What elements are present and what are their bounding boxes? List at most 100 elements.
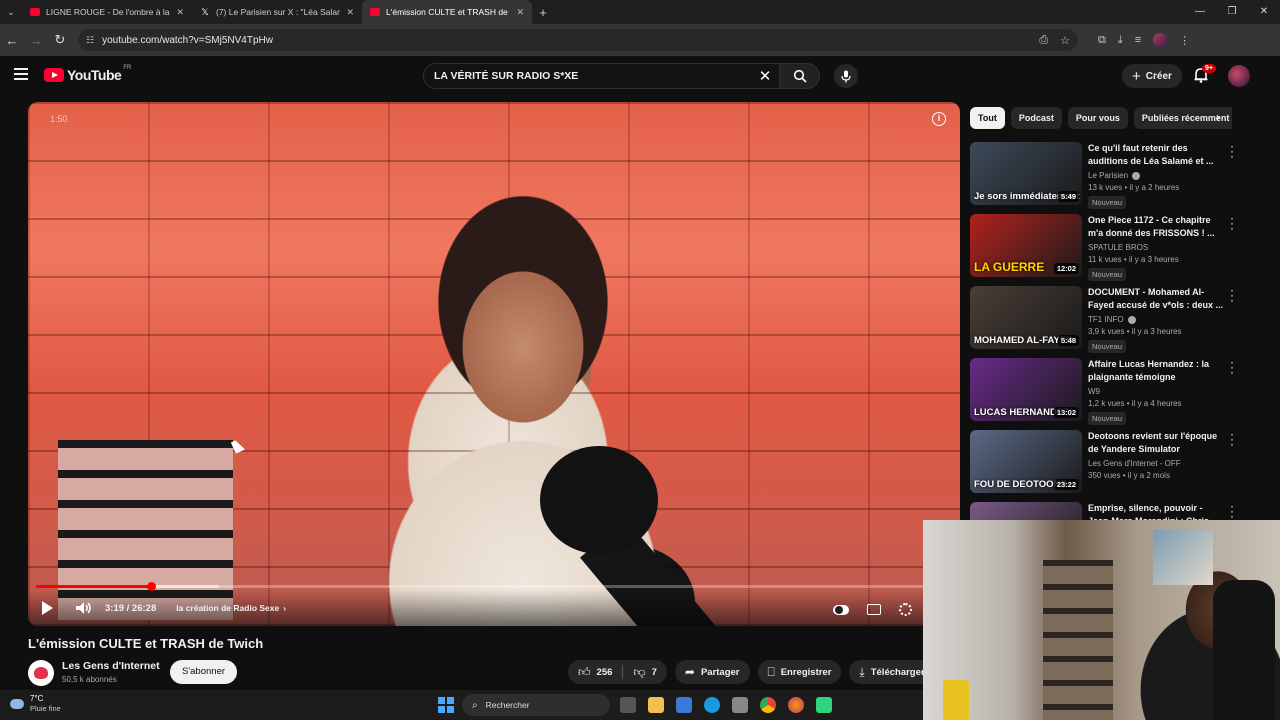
more-options-icon[interactable]: · · · bbox=[1230, 356, 1234, 378]
related-video-item[interactable]: LUCAS HERNANDEZ 13:02 Affaire Lucas Hernan… bbox=[970, 356, 1248, 428]
share-button[interactable]: ➦ Partager bbox=[674, 660, 750, 684]
progress-bar[interactable] bbox=[36, 582, 952, 591]
tab-close-icon[interactable]: ✕ bbox=[516, 7, 524, 18]
settings-gear-icon[interactable] bbox=[899, 603, 912, 616]
video-thumbnail[interactable]: Je sors immédiatement 5:49 bbox=[970, 142, 1082, 205]
extensions-icon[interactable]: ⧉ bbox=[1098, 34, 1106, 47]
related-channel-name[interactable]: W9 bbox=[1088, 387, 1100, 396]
chip-for-you[interactable]: Pour vous bbox=[1067, 107, 1128, 129]
tab-label: (7) Le Parisien sur X : "Léa Salam bbox=[216, 7, 341, 17]
save-button[interactable]: ⎕ Enregistrer bbox=[757, 660, 842, 684]
reload-icon[interactable]: ↻ bbox=[48, 32, 72, 48]
related-video-item[interactable]: Je sors immédiatement 5:49 Ce qu'il faut r… bbox=[970, 140, 1248, 212]
chip-all[interactable]: Tout bbox=[970, 107, 1005, 129]
url-field[interactable]: ☷ youtube.com/watch?v=SMj5NV4TpHw ⎙ ☆ bbox=[78, 29, 1078, 51]
profile-avatar[interactable] bbox=[1153, 33, 1168, 47]
taskbar-search[interactable]: ⌕ Rechercher bbox=[462, 694, 610, 716]
youtube-logo[interactable]: YouTube FR bbox=[44, 65, 131, 83]
tab-label: LIGNE ROUGE - De l'ombre à la bbox=[46, 7, 170, 17]
download-icon[interactable]: ⤓ bbox=[1118, 34, 1123, 47]
channel-name[interactable]: Les Gens d'Internet bbox=[62, 660, 160, 672]
clear-search-icon[interactable]: ✕ bbox=[751, 67, 779, 85]
media-control-icon[interactable]: ≡ bbox=[1135, 34, 1141, 46]
related-video-item[interactable]: MOHAMED AL-FAYED 5:48 DOCUMENT - Mohamed A… bbox=[970, 284, 1248, 356]
related-video-info: Deotoons revient sur l'époque de Yandere… bbox=[1088, 430, 1228, 480]
more-options-icon[interactable]: · · · bbox=[1230, 500, 1234, 522]
play-icon[interactable] bbox=[42, 601, 53, 615]
app-grid-icon[interactable] bbox=[732, 697, 748, 713]
related-channel-name[interactable]: SPATULE BROS bbox=[1088, 243, 1148, 252]
voice-search-button[interactable] bbox=[834, 64, 858, 88]
create-button[interactable]: + Créer bbox=[1122, 64, 1182, 88]
related-channel-name[interactable]: TF1 INFO bbox=[1088, 315, 1124, 324]
video-duration: 5:49 bbox=[1057, 191, 1079, 202]
search-icon bbox=[793, 69, 807, 83]
like-button[interactable]: 👍︎ 256 bbox=[568, 660, 622, 684]
site-settings-icon[interactable]: ☷ bbox=[86, 35, 94, 46]
x-favicon-icon: 𝕏 bbox=[201, 7, 209, 17]
volume-button[interactable] bbox=[75, 601, 93, 615]
create-label: Créer bbox=[1145, 70, 1172, 82]
tab-close-icon[interactable]: ✕ bbox=[346, 7, 354, 18]
related-channel-row: Le Parisien bbox=[1088, 171, 1228, 180]
new-tab-button[interactable]: + bbox=[532, 5, 554, 20]
video-thumbnail[interactable]: FOU DE DEOTOONS 23:22 bbox=[970, 430, 1082, 493]
browser-tab-1[interactable]: LIGNE ROUGE - De l'ombre à la ✕ bbox=[22, 0, 192, 24]
bookmark-star-icon[interactable]: ☆ bbox=[1060, 34, 1070, 47]
more-options-icon[interactable]: · · · bbox=[1230, 284, 1234, 306]
video-thumbnail[interactable]: LUCAS HERNANDEZ 13:02 bbox=[970, 358, 1082, 421]
related-video-title[interactable]: Deotoons revient sur l'époque de Yandere… bbox=[1088, 430, 1228, 456]
edge-icon[interactable] bbox=[704, 697, 720, 713]
browser-tab-2[interactable]: 𝕏 (7) Le Parisien sur X : "Léa Salam ✕ bbox=[192, 0, 362, 24]
search-bar[interactable]: LA VÉRITÉ SUR RADIO S*XE ✕ bbox=[423, 63, 820, 89]
search-button[interactable] bbox=[779, 64, 819, 88]
firefox-icon[interactable] bbox=[788, 697, 804, 713]
search-input[interactable]: LA VÉRITÉ SUR RADIO S*XE bbox=[424, 70, 751, 82]
video-player[interactable]: 1:50 i 3:19 / 26:28 la création de Radio… bbox=[28, 102, 960, 626]
autoplay-toggle-icon[interactable] bbox=[833, 604, 849, 615]
dislike-button[interactable]: 👎︎ 7 bbox=[623, 660, 666, 684]
back-icon[interactable]: ← bbox=[0, 33, 24, 48]
weather-widget[interactable]: 7°C Pluie fine bbox=[10, 694, 61, 714]
subtitles-icon[interactable] bbox=[867, 604, 881, 615]
related-video-title[interactable]: Ce qu'il faut retenir des auditions de L… bbox=[1088, 142, 1228, 168]
minimize-icon[interactable]: — bbox=[1184, 0, 1216, 24]
related-video-item[interactable]: LA GUERRE 12:02 One Piece 1172 - Ce chapit… bbox=[970, 212, 1248, 284]
green-app-icon[interactable] bbox=[816, 697, 832, 713]
tab-close-icon[interactable]: ✕ bbox=[176, 7, 184, 18]
menu-hamburger-icon[interactable] bbox=[14, 68, 28, 80]
browser-menu-icon[interactable]: ⋮ bbox=[1179, 34, 1190, 47]
browser-tab-3-active[interactable]: L'émission CULTE et TRASH de ✕ bbox=[362, 0, 532, 24]
close-window-icon[interactable]: ✕ bbox=[1248, 0, 1280, 24]
subscribe-button[interactable]: S'abonner bbox=[170, 660, 238, 684]
restore-icon[interactable]: ❐ bbox=[1216, 0, 1248, 24]
install-app-icon[interactable]: ⎙ bbox=[1039, 34, 1048, 47]
more-options-icon[interactable]: · · · bbox=[1230, 212, 1234, 234]
store-icon[interactable] bbox=[676, 697, 692, 713]
file-explorer-icon[interactable] bbox=[648, 697, 664, 713]
info-icon[interactable]: i bbox=[932, 112, 946, 126]
channel-avatar[interactable] bbox=[28, 660, 54, 686]
video-thumbnail[interactable]: LA GUERRE 12:02 bbox=[970, 214, 1082, 277]
related-channel-name[interactable]: Les Gens d'Internet - OFF bbox=[1088, 459, 1181, 468]
task-view-icon[interactable] bbox=[620, 697, 636, 713]
webcam-shelf bbox=[1043, 560, 1113, 720]
video-duration: 23:22 bbox=[1053, 479, 1079, 490]
related-video-title[interactable]: Affaire Lucas Hernandez : la plaignante … bbox=[1088, 358, 1228, 384]
tab-search-icon[interactable]: ⌄ bbox=[0, 0, 22, 24]
more-options-icon[interactable]: · · · bbox=[1230, 428, 1234, 450]
chips-next-chevron-icon[interactable]: › bbox=[1216, 110, 1220, 124]
chapter-button[interactable]: la création de Radio Sexe › bbox=[176, 603, 286, 613]
video-thumbnail[interactable]: MOHAMED AL-FAYED 5:48 bbox=[970, 286, 1082, 349]
windows-start-icon[interactable] bbox=[438, 697, 454, 713]
download-button[interactable]: ⤓ Télécharger bbox=[849, 660, 935, 684]
account-avatar[interactable] bbox=[1228, 65, 1250, 87]
chrome-icon[interactable] bbox=[760, 697, 776, 713]
related-video-title[interactable]: DOCUMENT - Mohamed Al-Fayed accusé de v*… bbox=[1088, 286, 1228, 312]
forward-icon[interactable]: → bbox=[24, 33, 48, 48]
related-video-item[interactable]: FOU DE DEOTOONS 23:22 Deotoons revient sur… bbox=[970, 428, 1248, 500]
chip-podcast[interactable]: Podcast bbox=[1010, 107, 1062, 129]
related-channel-name[interactable]: Le Parisien bbox=[1088, 171, 1128, 180]
more-options-icon[interactable]: · · · bbox=[1230, 140, 1234, 162]
related-video-title[interactable]: One Piece 1172 - Ce chapitre m'a donné d… bbox=[1088, 214, 1228, 240]
